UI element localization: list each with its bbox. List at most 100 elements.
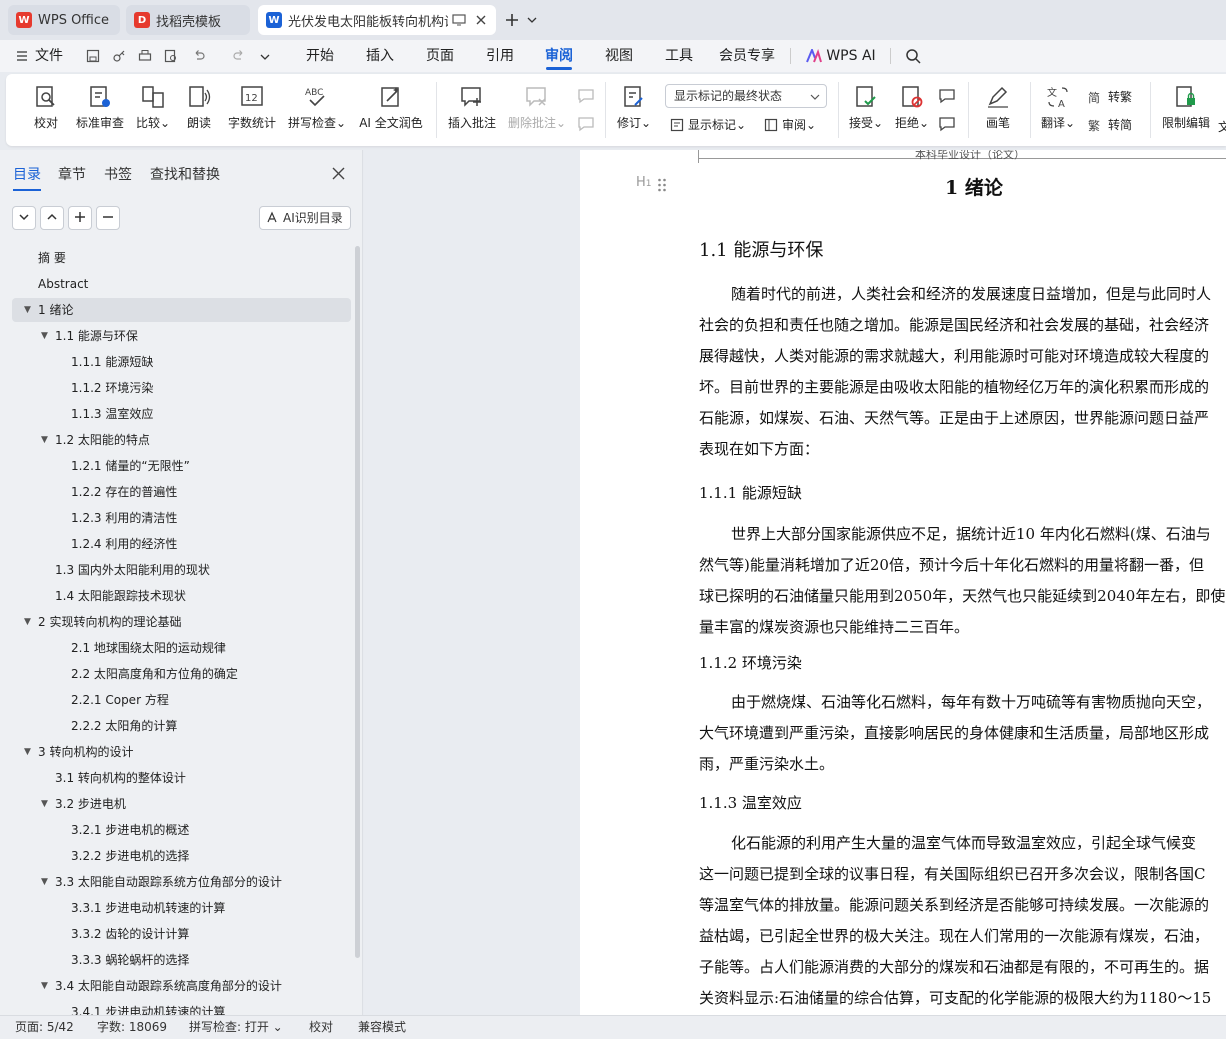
toc-item[interactable]: 1.3 国内外太阳能利用的现状 <box>12 558 351 582</box>
toc-item[interactable]: 3.3.1 步进电动机转速的计算 <box>12 896 351 920</box>
menu-page[interactable]: 页面 <box>420 40 460 72</box>
quick-access-dropdown-icon[interactable] <box>260 52 270 62</box>
expand-arrow-icon[interactable]: ▼ <box>41 870 48 894</box>
accept-button[interactable]: 接受⌄ <box>846 80 886 140</box>
toc-item[interactable]: 1.2.1 储量的“无限性” <box>12 454 351 478</box>
tab-toc[interactable]: 目录 <box>13 164 41 191</box>
toc-item[interactable]: 1.1.2 环境污染 <box>12 376 351 400</box>
toc-item[interactable]: ▼ 1.1 能源与环保 <box>12 324 351 348</box>
tab-template[interactable]: D 找稻壳模板 <box>126 5 250 35</box>
expand-arrow-icon[interactable]: ▼ <box>41 974 48 998</box>
close-icon[interactable] <box>474 13 488 27</box>
toc-item[interactable]: 2.2 太阳高度角和方位角的确定 <box>12 662 351 686</box>
collapse-down-button[interactable] <box>12 206 36 230</box>
expand-arrow-icon[interactable]: ▼ <box>24 740 31 764</box>
toc-item[interactable]: 1.1.1 能源短缺 <box>12 350 351 374</box>
menu-references[interactable]: 引用 <box>480 40 520 72</box>
standard-review-button[interactable]: 标准审查 <box>72 80 128 140</box>
reject-button[interactable]: 拒绝⌄ <box>892 80 932 140</box>
menu-view[interactable]: 视图 <box>599 40 639 72</box>
toc-item[interactable]: 1.2.3 利用的清洁性 <box>12 506 351 530</box>
proofread-button[interactable]: 校对 <box>28 80 64 140</box>
toc-item[interactable]: ▼ 3.3 太阳能自动跟踪系统方位角部分的设计 <box>12 870 351 894</box>
to-traditional-button[interactable]: 简 转繁 <box>1088 88 1132 105</box>
expand-arrow-icon[interactable]: ▼ <box>41 792 48 816</box>
expand-arrow-icon[interactable]: ▼ <box>24 610 31 634</box>
hamburger-icon[interactable] <box>16 50 28 62</box>
toc-item[interactable]: ▼ 3.4 太阳能自动跟踪系统高度角部分的设计 <box>12 974 351 998</box>
menu-review[interactable]: 审阅 <box>539 40 579 72</box>
spell-check-status[interactable]: 拼写检查: 打开 ⌄ <box>189 1016 283 1039</box>
review-pane-button[interactable]: 审阅 ⌄ <box>764 116 816 133</box>
expand-arrow-icon[interactable]: ▼ <box>41 324 48 348</box>
tab-document[interactable]: W 光伏发电太阳能板转向机构设 <box>258 5 496 35</box>
toc-item[interactable]: ▼ 3 转向机构的设计 <box>12 740 351 764</box>
proofread-status[interactable]: 校对 <box>309 1016 333 1039</box>
expand-arrow-icon[interactable]: ▼ <box>41 428 48 452</box>
remove-heading-button[interactable] <box>96 206 120 230</box>
collapse-up-button[interactable] <box>40 206 64 230</box>
toc-item[interactable]: 1.2.2 存在的普遍性 <box>12 480 351 504</box>
spell-check-button[interactable]: ABC 拼写检查⌄ <box>286 80 348 140</box>
delete-comment-button[interactable]: 删除批注⌄ <box>506 80 568 140</box>
menu-membership[interactable]: 会员专享 <box>716 40 778 72</box>
menu-home[interactable]: 开始 <box>300 40 340 72</box>
more-button[interactable]: 文 <box>1218 118 1226 135</box>
monitor-icon[interactable] <box>452 13 466 27</box>
read-aloud-button[interactable]: 朗读 <box>181 80 217 140</box>
page-count[interactable]: 页面: 5/42 <box>15 1016 74 1039</box>
pen-button[interactable]: 画笔 <box>980 80 1016 140</box>
tab-find-replace[interactable]: 查找和替换 <box>150 164 220 184</box>
ai-toc-button[interactable]: AI识别目录 <box>259 206 351 230</box>
search-icon[interactable] <box>905 48 921 64</box>
toc-item[interactable]: 2.1 地球围绕太阳的运动规律 <box>12 636 351 660</box>
show-markup-button[interactable]: 显示标记 ⌄ <box>670 116 746 133</box>
menu-insert[interactable]: 插入 <box>360 40 400 72</box>
print-preview-icon[interactable] <box>164 49 178 63</box>
previous-comment-icon[interactable] <box>577 88 595 104</box>
undo-icon[interactable] <box>192 49 206 63</box>
word-count-button[interactable]: 12 字数统计 <box>226 80 278 140</box>
toc-item[interactable]: ▼ 3.2 步进电机 <box>12 792 351 816</box>
next-comment-icon[interactable] <box>577 116 595 132</box>
add-heading-button[interactable] <box>68 206 92 230</box>
toc-item[interactable]: Abstract <box>12 272 351 296</box>
markup-mode-dropdown[interactable]: 显示标记的最终状态 <box>665 84 827 108</box>
toc-item[interactable]: 1.1.3 温室效应 <box>12 402 351 426</box>
toc-item[interactable]: 摘 要 <box>12 246 351 270</box>
next-change-icon[interactable] <box>938 116 956 132</box>
toc-item[interactable]: ▼ 1.2 太阳能的特点 <box>12 428 351 452</box>
drag-handle-icon[interactable] <box>657 177 667 193</box>
toc-scrollbar[interactable] <box>355 246 360 958</box>
print-icon[interactable] <box>138 49 152 63</box>
redo-icon[interactable] <box>232 49 246 63</box>
chevron-down-icon[interactable] <box>527 15 537 25</box>
toc-item[interactable]: 3.2.2 步进电机的选择 <box>12 844 351 868</box>
tab-bookmarks[interactable]: 书签 <box>104 164 132 184</box>
track-changes-button[interactable]: 修订⌄ <box>614 80 654 140</box>
insert-comment-button[interactable]: 插入批注 <box>446 80 498 140</box>
menu-file[interactable]: 文件 <box>34 40 64 72</box>
toc-item[interactable]: 1.2.4 利用的经济性 <box>12 532 351 556</box>
toc-item[interactable]: 1.4 太阳能跟踪技术现状 <box>12 584 351 608</box>
close-icon[interactable] <box>332 167 345 180</box>
toc-item[interactable]: 3.3.2 齿轮的设计计算 <box>12 922 351 946</box>
toc-item[interactable]: 3.2.1 步进电机的概述 <box>12 818 351 842</box>
to-simplified-button[interactable]: 繁 转简 <box>1088 116 1132 133</box>
tab-wps-office[interactable]: W WPS Office <box>8 5 120 35</box>
toc-item[interactable]: 3.3.3 蜗轮蜗杆的选择 <box>12 948 351 972</box>
translate-button[interactable]: 文A 翻译⌄ <box>1038 80 1078 140</box>
toc-item[interactable]: 2.2.1 Coper 方程 <box>12 688 351 712</box>
expand-arrow-icon[interactable]: ▼ <box>24 298 31 322</box>
document-page[interactable]: 本科毕业设计（论文） 1 绪论 1.1 能源与环保 随着时代的前进，人类社会和经… <box>580 150 1226 1015</box>
word-count[interactable]: 字数: 18069 <box>97 1016 167 1039</box>
toc-item[interactable]: ▼ 2 实现转向机构的理论基础 <box>12 610 351 634</box>
restrict-edit-button[interactable]: 限制编辑 <box>1158 80 1214 140</box>
toc-item[interactable]: 3.4.1 步进电动机转速的计算 <box>12 1000 351 1015</box>
new-tab-icon[interactable] <box>504 12 520 28</box>
menu-wps-ai[interactable]: WPS AI <box>826 40 876 72</box>
toc-item[interactable]: 3.1 转向机构的整体设计 <box>12 766 351 790</box>
toc-item[interactable]: 2.2.2 太阳角的计算 <box>12 714 351 738</box>
compare-button[interactable]: 比较⌄ <box>132 80 174 140</box>
menu-tools[interactable]: 工具 <box>659 40 699 72</box>
